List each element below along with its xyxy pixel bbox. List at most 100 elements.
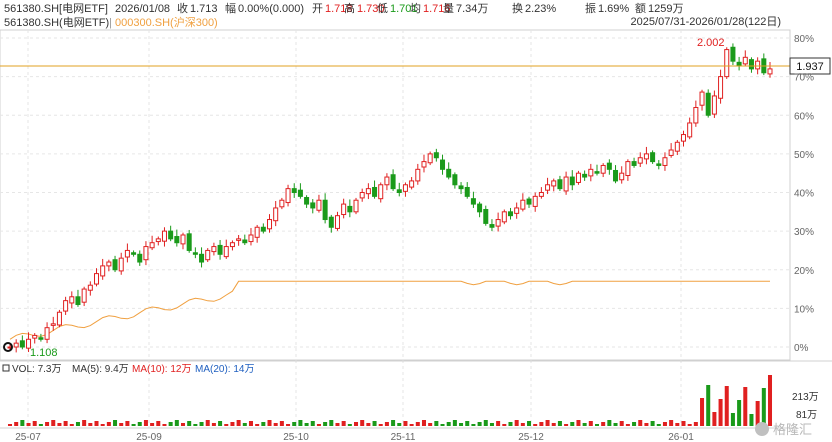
candle-body <box>32 334 38 339</box>
volume-bar <box>502 424 507 426</box>
candle-body <box>143 246 149 261</box>
volume-bar <box>329 420 334 426</box>
volume-bar <box>211 423 216 426</box>
volume-bar <box>38 424 43 426</box>
candle-body <box>532 195 538 207</box>
volume-bars <box>7 375 773 426</box>
volume-bar <box>218 421 223 426</box>
candle-body <box>192 252 198 255</box>
volume-bar <box>582 423 587 426</box>
volume-bar <box>675 423 680 426</box>
candle-body <box>755 60 761 70</box>
candle-body <box>229 242 235 248</box>
volume-bar <box>181 423 186 426</box>
y-tick-label: 20% <box>794 266 814 277</box>
candle-body <box>402 184 408 192</box>
candle-body <box>433 152 439 159</box>
volume-bar <box>14 422 19 426</box>
candle-body <box>328 216 334 228</box>
candle-body <box>297 189 303 197</box>
volume-bar <box>632 422 637 426</box>
volume-bar <box>82 420 87 426</box>
compare-line <box>9 280 770 340</box>
y-tick-label: 80% <box>794 34 814 45</box>
candle-body <box>372 186 378 197</box>
candle-body <box>56 311 62 326</box>
header-amt-label: 额 <box>635 2 646 15</box>
candle-body <box>458 185 464 190</box>
volume-bar <box>316 424 321 426</box>
candle-body <box>631 161 637 166</box>
candle-body <box>421 161 427 168</box>
candle-body <box>124 249 130 258</box>
candle-body <box>285 188 291 204</box>
y-tick-label: 10% <box>794 304 814 315</box>
candle-body <box>724 49 730 78</box>
candle-body <box>242 239 248 244</box>
volume-bar <box>471 424 476 426</box>
min-price-label: 1.108 <box>30 347 58 359</box>
header-open-label: 开 <box>312 3 323 15</box>
candle-body <box>650 152 656 163</box>
candle-body <box>687 122 693 138</box>
volume-bar <box>613 423 618 426</box>
volume-bar <box>681 421 686 426</box>
volume-bar <box>205 420 210 426</box>
volume-bar <box>440 424 445 426</box>
volume-bar <box>378 424 383 426</box>
candle-body <box>87 284 93 291</box>
candle-body <box>507 211 513 217</box>
candle-body <box>668 149 674 156</box>
candle-body <box>637 157 643 164</box>
volume-bar <box>576 420 581 426</box>
main-plot-frame <box>0 29 791 361</box>
volume-bar <box>20 420 25 426</box>
legend-separator: | <box>109 17 112 29</box>
volume-bar <box>551 423 556 426</box>
x-tick-label: 25-12 <box>518 432 544 442</box>
volume-bar <box>310 421 315 426</box>
candle-body <box>452 174 458 186</box>
volume-bar <box>7 424 13 426</box>
volume-bar <box>341 421 346 426</box>
header-high-label: 高 <box>344 1 355 15</box>
candle-body <box>131 252 137 255</box>
candle-body <box>748 59 754 70</box>
candle-body <box>267 219 273 230</box>
volume-bar <box>94 421 99 426</box>
volume-bar <box>570 422 575 426</box>
volume-bar <box>767 375 773 426</box>
volume-bar <box>557 421 562 426</box>
volume-bar <box>75 422 80 426</box>
volume-bar <box>737 400 742 426</box>
candle-body <box>699 91 705 106</box>
candle-body <box>600 164 606 174</box>
candle-body <box>736 61 742 66</box>
volume-bar <box>477 422 482 426</box>
volume-bar <box>415 422 420 426</box>
volume-bar <box>286 424 291 426</box>
volume-bar <box>366 423 371 426</box>
volume-bar <box>403 421 408 426</box>
candle-body <box>112 259 118 271</box>
candle-body <box>384 176 390 186</box>
candle-body <box>236 238 242 241</box>
candle-body <box>365 188 371 195</box>
candle-body <box>693 107 699 124</box>
candle-body <box>186 233 192 251</box>
volume-legend-vol: VOL: 7.3万 <box>12 364 61 375</box>
volume-bar <box>248 421 253 426</box>
volume-bar <box>51 420 56 426</box>
volume-bar <box>594 424 599 426</box>
volume-bar <box>347 424 352 426</box>
volume-bar <box>459 423 464 426</box>
volume-bar <box>100 424 105 426</box>
volume-bar <box>273 423 278 426</box>
candle-body <box>304 197 310 205</box>
volume-bar <box>409 424 414 426</box>
candle-body <box>625 161 631 177</box>
volume-bar <box>255 424 260 426</box>
header-date: 2026/01/08 <box>115 3 170 15</box>
candle-body <box>501 211 507 223</box>
candle-body <box>680 134 687 142</box>
